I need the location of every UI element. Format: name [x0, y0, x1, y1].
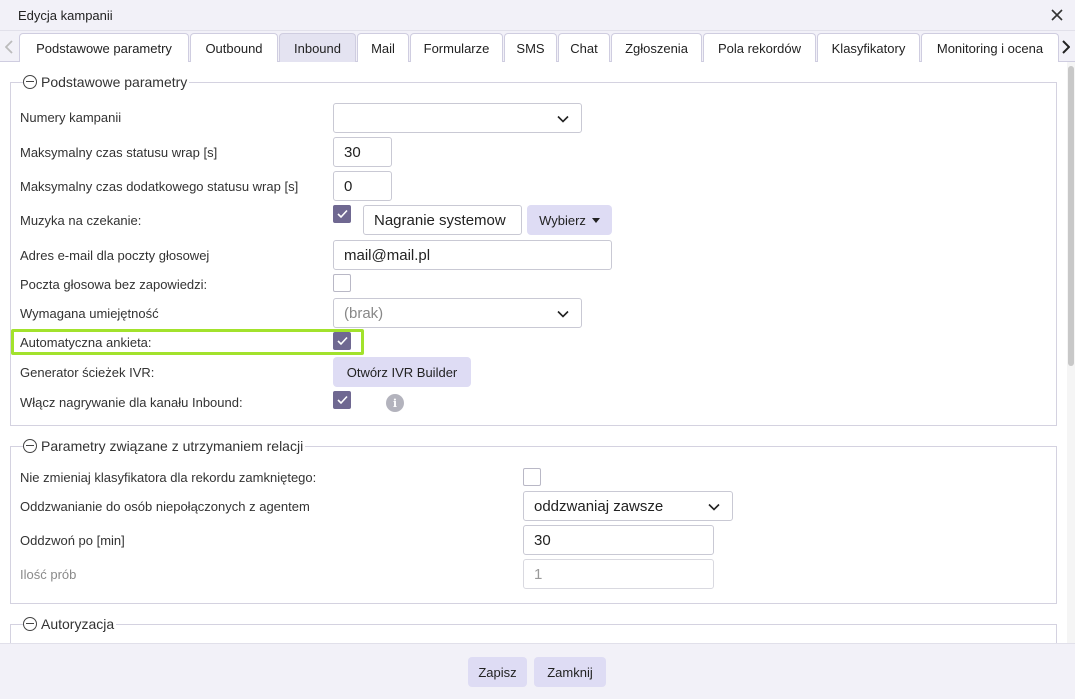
tab-klasyfikatory[interactable]: Klasyfikatory [817, 33, 920, 63]
dialog-title: Edycja kampanii [18, 8, 113, 23]
section-auth-title: Autoryzacja [41, 616, 115, 632]
required-skill-label: Wymagana umiejętność [20, 306, 159, 321]
callback-after-label: Oddzwoń po [min] [20, 533, 125, 548]
choose-music-label: Wybierz [539, 212, 586, 228]
auto-survey-highlight [11, 329, 364, 355]
choose-music-button[interactable]: Wybierz [527, 205, 612, 235]
tab-chat[interactable]: Chat [558, 33, 610, 63]
required-skill-select[interactable]: (brak) [333, 298, 582, 328]
info-icon[interactable]: i [386, 394, 404, 412]
voicemail-email-label: Adres e-mail dla poczty głosowej [20, 248, 210, 263]
callback-mode-value: oddzwaniaj zawsze [534, 497, 664, 515]
hold-music-input[interactable]: Nagranie systemow [363, 205, 522, 235]
campaign-numbers-label: Numery kampanii [20, 110, 122, 125]
tab-pola-rekordow[interactable]: Pola rekordów [703, 33, 816, 63]
campaign-numbers-select[interactable] [333, 103, 582, 133]
check-icon [337, 395, 348, 405]
keep-classifier-label: Nie zmieniaj klasyfikatora dla rekordu z… [20, 470, 317, 485]
tab-formularze[interactable]: Formularze [410, 33, 503, 63]
voicemail-no-announce-checkbox[interactable] [333, 274, 351, 292]
tab-zgloszenia[interactable]: Zgłoszenia [611, 33, 702, 63]
section-relations-title: Parametry związane z utrzymaniem relacji [41, 438, 304, 454]
hold-music-checkbox[interactable] [333, 205, 351, 223]
attempts-input: 1 [523, 559, 714, 589]
close-button[interactable]: Zamknij [534, 657, 606, 687]
tab-scroll-left-icon[interactable] [2, 37, 16, 57]
tab-mail[interactable]: Mail [357, 33, 409, 63]
section-auth-legend: Autoryzacja [23, 616, 117, 632]
tab-sms[interactable]: SMS [504, 33, 557, 63]
scrollbar-thumb[interactable] [1068, 66, 1074, 366]
callback-mode-select[interactable]: oddzwaniaj zawsze [523, 491, 733, 521]
chevron-down-icon [557, 310, 569, 318]
collapse-icon[interactable] [23, 75, 37, 89]
section-authorization: Autoryzacja [10, 616, 1057, 643]
collapse-icon[interactable] [23, 617, 37, 631]
tab-podstawowe-parametry[interactable]: Podstawowe parametry [19, 33, 189, 63]
open-ivr-builder-button[interactable]: Otwórz IVR Builder [333, 357, 471, 387]
check-icon [337, 209, 348, 219]
keep-classifier-checkbox[interactable] [523, 468, 541, 486]
inbound-recording-label: Włącz nagrywanie dla kanału Inbound: [20, 395, 243, 410]
close-icon[interactable] [1047, 5, 1067, 25]
callback-mode-label: Oddzwanianie do osób niepołączonych z ag… [20, 499, 310, 514]
tab-outbound[interactable]: Outbound [190, 33, 278, 63]
ivr-generator-label: Generator ścieżek IVR: [20, 365, 155, 380]
callback-after-input[interactable]: 30 [523, 525, 714, 555]
dialog-titlebar: Edycja kampanii [0, 0, 1075, 31]
voicemail-email-input[interactable]: mail@mail.pl [333, 240, 612, 270]
tab-monitoring-i-ocena[interactable]: Monitoring i ocena [921, 33, 1059, 63]
collapse-icon[interactable] [23, 439, 37, 453]
save-button[interactable]: Zapisz [468, 657, 527, 687]
section-relations-legend: Parametry związane z utrzymaniem relacji [23, 438, 306, 454]
voicemail-no-announce-label: Poczta głosowa bez zapowiedzi: [20, 277, 208, 292]
dialog-footer: Zapisz Zamknij [0, 643, 1075, 699]
max-extra-wrap-label: Maksymalny czas dodatkowego statusu wrap… [20, 179, 299, 194]
section-basic-title: Podstawowe parametry [41, 74, 188, 90]
chevron-down-icon [708, 503, 720, 511]
caret-down-icon [591, 217, 600, 223]
section-basic-legend: Podstawowe parametry [23, 74, 190, 90]
tab-bar: Podstawowe parametry Outbound Inbound Ma… [0, 31, 1075, 63]
vertical-scrollbar[interactable] [1067, 62, 1075, 643]
max-extra-wrap-input[interactable]: 0 [333, 171, 392, 201]
hold-music-label: Muzyka na czekanie: [20, 213, 142, 228]
required-skill-value: (brak) [344, 304, 384, 322]
max-wrap-input[interactable]: 30 [333, 137, 392, 167]
chevron-down-icon [557, 115, 569, 123]
max-wrap-label: Maksymalny czas statusu wrap [s] [20, 145, 218, 160]
tab-scroll-right-icon[interactable] [1059, 37, 1073, 57]
inbound-recording-checkbox[interactable] [333, 391, 351, 409]
tab-inbound[interactable]: Inbound [279, 33, 356, 63]
attempts-label: Ilość prób [20, 567, 77, 582]
